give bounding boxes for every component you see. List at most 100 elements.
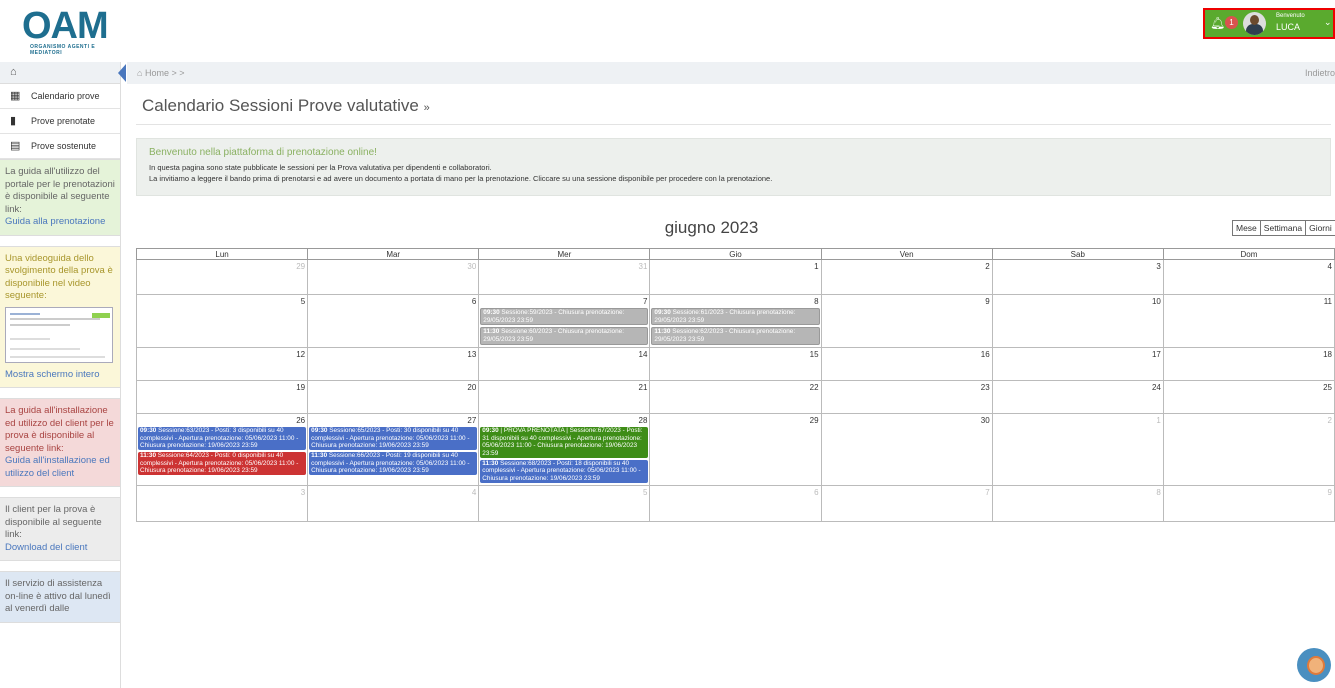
avatar[interactable] — [1243, 12, 1266, 35]
calendar-day-cell[interactable]: 2 — [1162, 412, 1335, 486]
calendar-day-cell[interactable]: 20 — [307, 379, 480, 414]
calendar-day-cell[interactable]: 17 — [991, 346, 1164, 381]
calendar-day-cell[interactable]: 9 — [820, 294, 993, 348]
oam-logo[interactable]: OAM ORGANISMO AGENTI E MEDIATORI — [22, 6, 122, 56]
session-event[interactable]: 11:30 Sessione:62/2023 - Chiusura prenot… — [651, 327, 820, 345]
calendar-day-cell[interactable]: 15 — [649, 346, 822, 381]
calendar-day-cell[interactable]: 7 — [820, 484, 993, 522]
file-icon: ▮ — [10, 115, 17, 127]
calendar-day-cell[interactable]: 8 09:30 Sessione:61/2023 - Chiusura preno… — [649, 294, 822, 348]
calendar-week: 3 4 5 6 7 8 9 — [135, 484, 1335, 522]
calendar-day-cell[interactable]: 16 — [820, 346, 993, 381]
calendar-day-cell[interactable]: 10 — [991, 294, 1164, 348]
weekday-header: Sab — [991, 248, 1164, 260]
day-number: 9 — [1327, 487, 1332, 497]
breadcrumb: ⌂ Home > > Indietro — [127, 62, 1335, 84]
calendar-day-cell[interactable]: 12 — [135, 346, 309, 381]
session-event[interactable]: 09:30 | PROVA PRENOTATA | Sessione:67/20… — [480, 426, 649, 458]
session-event[interactable]: 11:30 Sessione:60/2023 - Chiusura prenot… — [480, 327, 649, 345]
notification-badge: 1 — [1225, 16, 1238, 29]
session-event[interactable]: 09:30 Sessione:59/2023 - Chiusura prenot… — [480, 308, 649, 326]
session-event[interactable]: 11:30 Sessione:68/2023 - Posti: 18 dispo… — [480, 459, 649, 483]
sidebar-home[interactable]: ⌂ — [0, 62, 126, 84]
calendar-day-cell[interactable]: 23 — [820, 379, 993, 414]
chevron-down-icon[interactable]: ⌄ — [1324, 17, 1332, 28]
calendar-day-cell[interactable]: 30 — [307, 259, 480, 295]
calendar-day-cell[interactable]: 22 — [649, 379, 822, 414]
day-number: 1 — [1156, 415, 1161, 425]
calendar-day-cell[interactable]: 5 — [135, 294, 309, 348]
calendar-day-cell[interactable]: 3 — [991, 259, 1164, 295]
view-week-button[interactable]: Settimana — [1259, 220, 1307, 236]
session-event[interactable]: 09:30 Sessione:61/2023 - Chiusura prenot… — [651, 308, 820, 326]
calendar-day-cell[interactable]: 4 — [307, 484, 480, 522]
calendar-day-cell[interactable]: 2 — [820, 259, 993, 295]
calendar-day-cell[interactable]: 1 — [991, 412, 1164, 486]
event-time: 11:30 — [483, 328, 500, 336]
day-number: 29 — [809, 415, 819, 425]
calendar-week: 12 13 14 15 16 17 18 — [135, 346, 1335, 381]
session-event[interactable]: 09:30 Sessione:65/2023 - Posti: 30 dispo… — [309, 426, 478, 450]
calendar-day-cell[interactable]: 25 — [1162, 379, 1335, 414]
calendar-week: 26 09:30 Sessione:63/2023 - Posti: 3 disp… — [135, 412, 1335, 486]
calendar-day-cell[interactable]: 13 — [307, 346, 480, 381]
calendar-day-cell[interactable]: 30 — [820, 412, 993, 486]
calendar-day-cell[interactable]: 7 09:30 Sessione:59/2023 - Chiusura preno… — [478, 294, 651, 348]
view-day-button[interactable]: Giorni — [1305, 220, 1335, 236]
calendar-day-cell[interactable]: 26 09:30 Sessione:63/2023 - Posti: 3 disp… — [135, 412, 309, 486]
event-text: Sessione:68/2023 - Posti: 18 disponibili… — [482, 459, 641, 483]
sidebar-item-label: Prove prenotate — [31, 116, 96, 126]
session-event[interactable]: 09:30 Sessione:63/2023 - Posti: 3 dispon… — [138, 426, 307, 450]
calendar-day-cell[interactable]: 27 09:30 Sessione:65/2023 - Posti: 30 dis… — [307, 412, 480, 486]
install-guide-link[interactable]: Guida all'installazione ed utilizzo del … — [5, 455, 115, 480]
calendar-day-cell[interactable]: 9 — [1162, 484, 1335, 522]
event-text: Sessione:64/2023 - Posti: 0 disponibili … — [140, 451, 299, 475]
session-event[interactable]: 11:30 Sessione:64/2023 - Posti: 0 dispon… — [138, 451, 307, 476]
calendar-day-cell[interactable]: 11 — [1162, 294, 1335, 348]
bell-icon[interactable]: 🔔︎ — [1210, 16, 1225, 30]
user-menu[interactable]: 🔔︎ 1 Benvenuto LUCA ⌄ — [1203, 8, 1335, 39]
download-client-link[interactable]: Download del client — [5, 542, 115, 555]
chat-support-button[interactable] — [1297, 648, 1331, 682]
calendar-day-cell[interactable]: 29 — [135, 259, 309, 295]
calendar-day-cell[interactable]: 6 — [307, 294, 480, 348]
calendar-day-cell[interactable]: 6 — [649, 484, 822, 522]
sidebar-item-sostenute[interactable]: ▤ Prove sostenute — [0, 134, 120, 159]
home-icon[interactable]: ⌂ — [137, 68, 142, 78]
calendar-day-cell[interactable]: 4 — [1162, 259, 1335, 295]
back-link[interactable]: Indietro — [1305, 62, 1335, 84]
calendar-day-cell[interactable]: 1 — [649, 259, 822, 295]
view-month-button[interactable]: Mese — [1232, 220, 1261, 236]
sidebar-item-label: Calendario prove — [31, 91, 100, 101]
calendar-day-cell[interactable]: 31 — [478, 259, 651, 295]
calendar-day-cell[interactable]: 18 — [1162, 346, 1335, 381]
sidebar-item-calendario[interactable]: ▦ Calendario prove — [0, 84, 120, 109]
day-number: 18 — [1323, 349, 1332, 359]
calendar-day-cell[interactable]: 8 — [991, 484, 1164, 522]
calendar-day-cell[interactable]: 24 — [991, 379, 1164, 414]
event-text: Sessione:63/2023 - Posti: 3 disponibili … — [140, 426, 299, 450]
home-icon[interactable]: ⌂ — [10, 66, 17, 78]
day-number: 3 — [1156, 262, 1161, 271]
event-time: 11:30 — [311, 451, 328, 459]
month-title: giugno 2023 — [664, 218, 759, 237]
calendar-day-cell[interactable]: 3 — [135, 484, 309, 522]
session-event[interactable]: 11:30 Sessione:66/2023 - Posti: 19 dispo… — [309, 451, 478, 476]
view-switcher: Mese Settimana Giorni — [1232, 220, 1335, 236]
breadcrumb-home[interactable]: Home — [145, 68, 169, 78]
calendar-day-cell[interactable]: 14 — [478, 346, 651, 381]
fullscreen-link[interactable]: Mostra schermo intero — [5, 369, 115, 382]
video-thumbnail[interactable] — [5, 306, 113, 363]
calendar-day-cell[interactable]: 5 — [478, 484, 651, 522]
day-number: 16 — [980, 349, 990, 359]
calendar-day-cell[interactable]: 29 — [649, 412, 822, 486]
calendar-day-cell[interactable]: 28 09:30 | PROVA PRENOTATA | Sessione:67/… — [478, 412, 651, 486]
calendar-grid: Lun Mar Mer Gio Ven Sab Dom 29 30 31 1 2 3 4 5 6 7 09:30… — [135, 248, 1335, 522]
calendar-day-cell[interactable]: 21 — [478, 379, 651, 414]
assist-text: Il servizio di assistenza on-line è atti… — [5, 578, 111, 614]
collapse-sidebar-icon[interactable] — [118, 64, 126, 82]
event-text: Sessione:59/2023 - Chiusura prenotazione… — [483, 309, 625, 324]
day-number: 7 — [985, 487, 990, 497]
sidebar-item-prenotate[interactable]: ▮ Prove prenotate — [0, 109, 120, 134]
calendar-day-cell[interactable]: 19 — [135, 379, 309, 414]
